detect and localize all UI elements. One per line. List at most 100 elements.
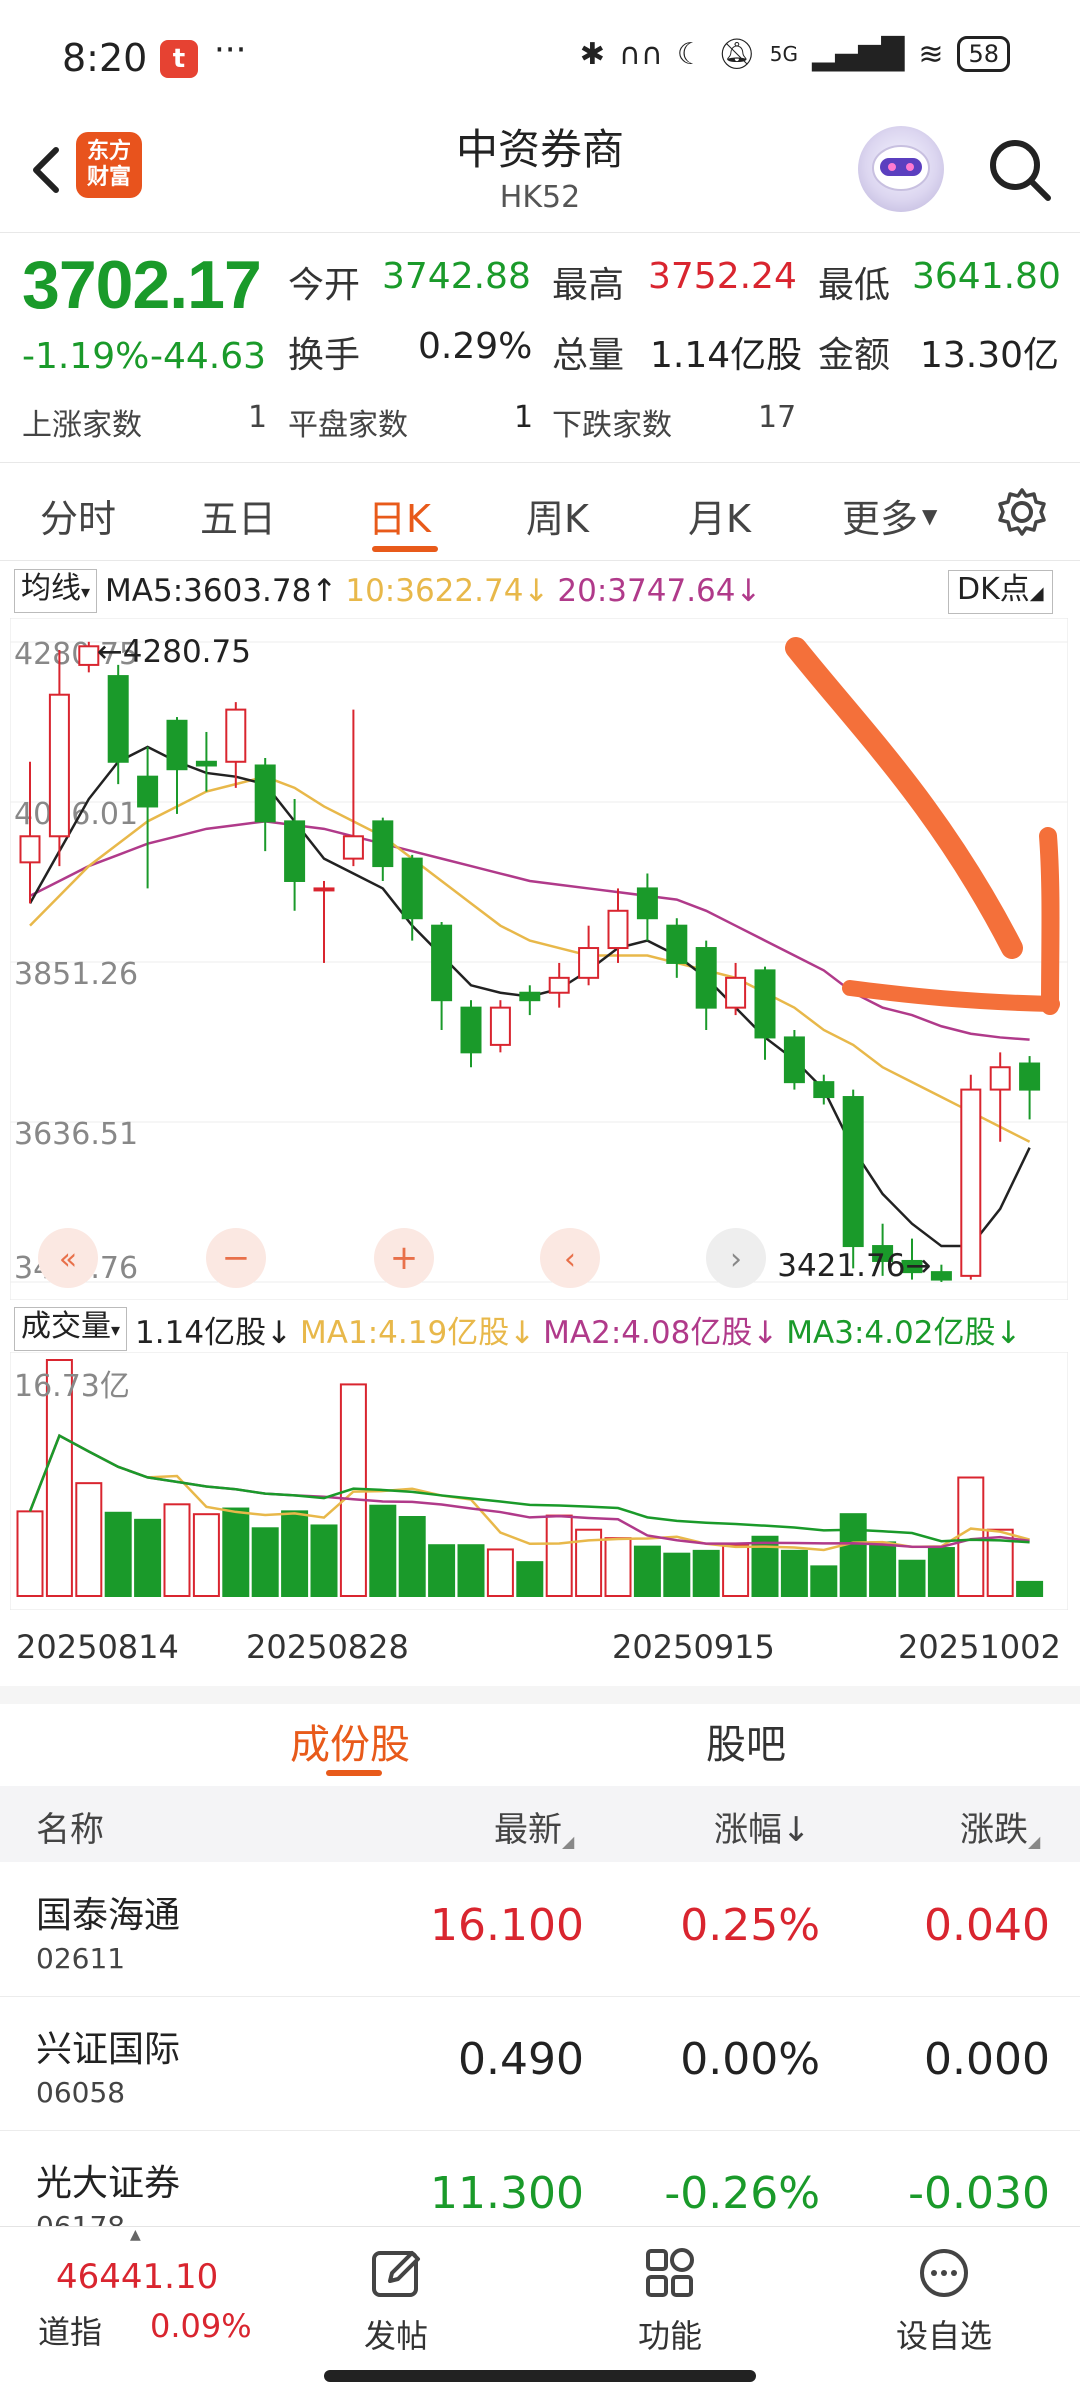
signal-icon: ▂▄▆█ [812,36,905,72]
status-icons: ✱ ∩∩ ☾ 🔕︎ 5G ▂▄▆█ ≋ 58 [580,36,1010,72]
sort-icon: ◢ [562,1832,575,1851]
flat-count: 1 [514,400,534,435]
volume-bar [75,1482,103,1597]
caret-down-icon: ▾ [111,1320,121,1341]
battery-icon: 58 [957,36,1010,72]
max-price-label: ←4280.75 [97,634,251,670]
kline-chart[interactable]: 4280.754066.013851.263636.513421.76 ←428… [10,618,1068,1300]
vol-ma1-value: MA1:4.19亿股↓ [300,1314,536,1351]
min-price-label: 3421.76→ [777,1248,931,1284]
search-button[interactable] [980,130,1060,210]
post-button[interactable]: 发帖 [316,2239,476,2369]
indicator-selector[interactable]: 均线▾ [14,569,98,613]
volume-bar [369,1504,397,1597]
tab-weekly-k[interactable]: 周K [526,488,589,543]
header-change-label: 涨跌 [960,1810,1028,1850]
robot-icon [872,145,930,191]
volume-legend: 成交量▾ 1.14亿股↓ MA1:4.19亿股↓ MA2:4.08亿股↓ MA3… [14,1307,1021,1351]
volume-bar [104,1511,132,1597]
volume-bar [692,1549,720,1597]
volume-indicator-selector[interactable]: 成交量▾ [14,1307,128,1351]
low-value: 3641.80 [912,256,1061,297]
table-row[interactable]: 国泰海通 02611 16.100 0.25% 0.040 [0,1862,1080,1997]
open-label: 今开 [288,265,361,306]
caret-up-icon: ▲ [130,2227,141,2243]
function-label: 功能 [637,2317,702,2355]
subtab-active-indicator [326,1770,382,1776]
candle [19,835,41,864]
wifi-icon: ≋ [918,36,944,72]
ai-assistant-avatar[interactable] [858,126,944,212]
dk-point-button[interactable]: DK点◢ [948,570,1053,614]
caret-down-icon: ▾ [81,582,91,603]
low-label: 最低 [818,265,891,306]
table-row[interactable]: 光大证券 06178 11.300 -0.26% -0.030 [0,2130,1080,2226]
volume-bar [192,1513,220,1597]
volume-selector-label: 成交量 [21,1309,111,1344]
candle [195,760,217,767]
stock-code: 06178 [36,2210,125,2226]
volume-bar [486,1548,514,1598]
volume-bar [722,1544,750,1598]
candle [431,924,453,1002]
volume-bar [545,1514,573,1598]
header-name[interactable]: 名称 [36,1802,104,1851]
volume-bar [134,1518,162,1598]
stock-code: 06058 [36,2076,126,2109]
header-change-percent[interactable]: 涨幅↓ [714,1802,811,1851]
scroll-left-fast-button[interactable]: « [38,1228,98,1288]
chevron-right-icon: › [730,1242,742,1277]
volume-bar [780,1549,808,1597]
zoom-out-button[interactable]: − [206,1228,266,1288]
date-label: 20250814 [16,1628,179,1666]
home-indicator[interactable] [324,2370,756,2382]
candle [695,947,717,1009]
candle [1019,1062,1041,1091]
header-change[interactable]: 涨跌 ◢ [960,1802,1040,1851]
candle [783,1036,805,1084]
ma10-value: 10:3622.74↓ [345,573,550,609]
stock-change: 0.040 [924,1900,1050,1951]
tab-stock-forum[interactable]: 股吧 [706,1712,786,1770]
add-watchlist-button[interactable]: 设自选 [864,2239,1024,2369]
index-ticker[interactable]: ▲ 46441.10 道指 0.09% [20,2227,270,2351]
tab-active-indicator [372,546,438,552]
section-separator [0,1686,1080,1704]
function-button[interactable]: 功能 [590,2239,750,2369]
ma-legend: 均线▾ MA5:3603.78↑ 10:3622.74↓ 20:3747.64↓ [14,569,761,613]
sort-icon: ◢ [1028,1832,1041,1851]
candle [548,976,570,994]
date-label: 20250828 [246,1628,409,1666]
stock-change: 0.000 [924,2034,1050,2085]
open-value: 3742.88 [382,256,531,297]
tab-constituents[interactable]: 成份股 [290,1712,410,1770]
volume-chart[interactable]: 16.73亿 [10,1352,1068,1610]
tab-five-day[interactable]: 五日 [200,488,276,543]
app-notification-icon: t [160,40,198,78]
candle [578,947,600,979]
volume-bar [957,1476,985,1597]
stock-change-percent: 0.25% [680,1900,820,1951]
change-value: -44.63 [150,336,267,377]
tab-monthly-k[interactable]: 月K [688,488,751,543]
tab-daily-k[interactable]: 日K [368,488,431,543]
stock-name: 兴证国际 [36,2029,181,2070]
candle [636,887,658,920]
earbuds-icon: ∩∩ [618,36,663,72]
table-row[interactable]: 兴证国际 06058 0.490 0.00% 0.000 [0,1996,1080,2131]
candle [842,1096,864,1248]
zoom-in-button[interactable]: + [374,1228,434,1288]
tab-more[interactable]: 更多 ▼ [842,488,937,543]
down-count-label: 下跌家数 [552,408,672,443]
stock-name: 光大证券 [36,2163,181,2204]
chart-settings-button[interactable] [996,486,1048,538]
tab-intraday[interactable]: 分时 [40,488,116,543]
scroll-right-button[interactable]: › [706,1228,766,1288]
status-bar: 8:20 t ··· ✱ ∩∩ ☾ 🔕︎ 5G ▂▄▆█ ≋ 58 [0,0,1080,110]
volume-bar [163,1503,191,1597]
header-last-label: 最新 [494,1810,562,1850]
header-last[interactable]: 最新 ◢ [494,1802,574,1851]
index-name: 道指 [38,2313,103,2351]
status-time: 8:20 [62,36,148,80]
scroll-left-button[interactable]: ‹ [540,1228,600,1288]
